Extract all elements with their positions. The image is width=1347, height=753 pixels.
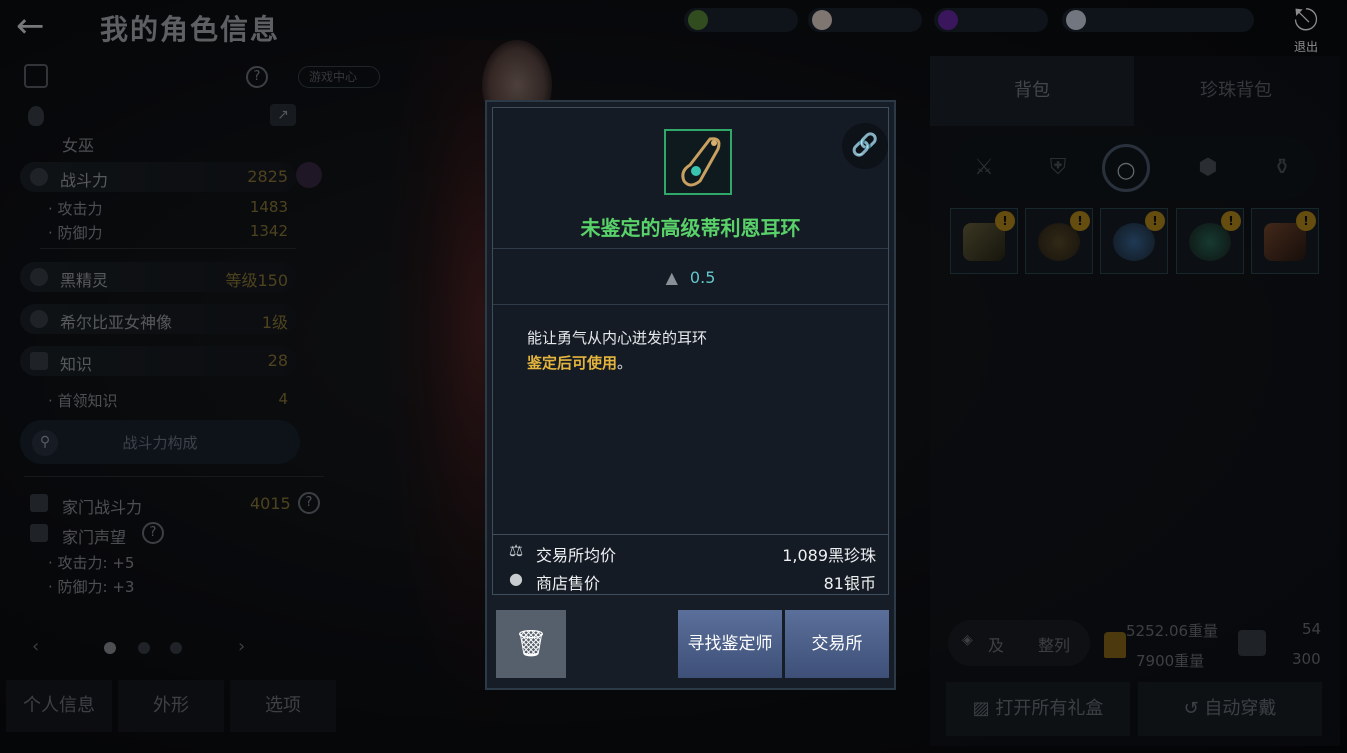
find-appraiser-button[interactable]: 寻找鉴定师 xyxy=(678,610,782,678)
shop-price-value: 81银币 xyxy=(823,574,876,593)
market-price-value: 1,089黑珍珠 xyxy=(782,546,876,565)
trash-icon: 🗑 xyxy=(514,629,548,659)
description-line: 能让勇气从内心迸发的耳环 xyxy=(527,329,708,347)
market-price-row: ⚖ 交易所均价 1,089黑珍珠 xyxy=(506,539,876,567)
item-detail-modal: 🔗 未鉴定的高级蒂利恩耳环 ▲ 0.5 能让勇气从内心迸发的耳环 鉴定后可使用。 … xyxy=(485,100,896,690)
shop-price-label: 商店售价 xyxy=(536,574,601,593)
item-weight: 0.5 xyxy=(689,268,716,287)
divider xyxy=(493,304,888,305)
usage-suffix: 。 xyxy=(617,354,633,372)
item-name: 未鉴定的高级蒂利恩耳环 xyxy=(580,216,801,240)
price-info: ⚖ 交易所均价 1,089黑珍珠 ● 商店售价 81银币 xyxy=(492,534,889,594)
market-price-label: 交易所均价 xyxy=(536,546,617,565)
money-bag-icon: ● xyxy=(509,569,523,588)
item-weight-row: ▲ 0.5 xyxy=(493,268,888,287)
shop-price-row: ● 商店售价 81银币 xyxy=(506,567,876,595)
item-description: 能让勇气从内心迸发的耳环 鉴定后可使用。 xyxy=(527,326,707,376)
weight-icon: ▲ xyxy=(665,268,678,287)
divider xyxy=(493,248,888,249)
scale-icon: ⚖ xyxy=(508,541,524,560)
usage-highlight: 鉴定后可使用 xyxy=(527,354,618,372)
link-icon[interactable]: 🔗 xyxy=(842,123,888,169)
earring-icon xyxy=(681,137,721,187)
item-icon-frame xyxy=(664,129,732,195)
usage-note: 鉴定后可使用。 xyxy=(527,351,707,376)
delete-button[interactable]: 🗑 xyxy=(496,610,566,678)
marketplace-button[interactable]: 交易所 xyxy=(785,610,889,678)
item-detail-body: 🔗 未鉴定的高级蒂利恩耳环 ▲ 0.5 能让勇气从内心迸发的耳环 鉴定后可使用。 xyxy=(492,107,889,595)
